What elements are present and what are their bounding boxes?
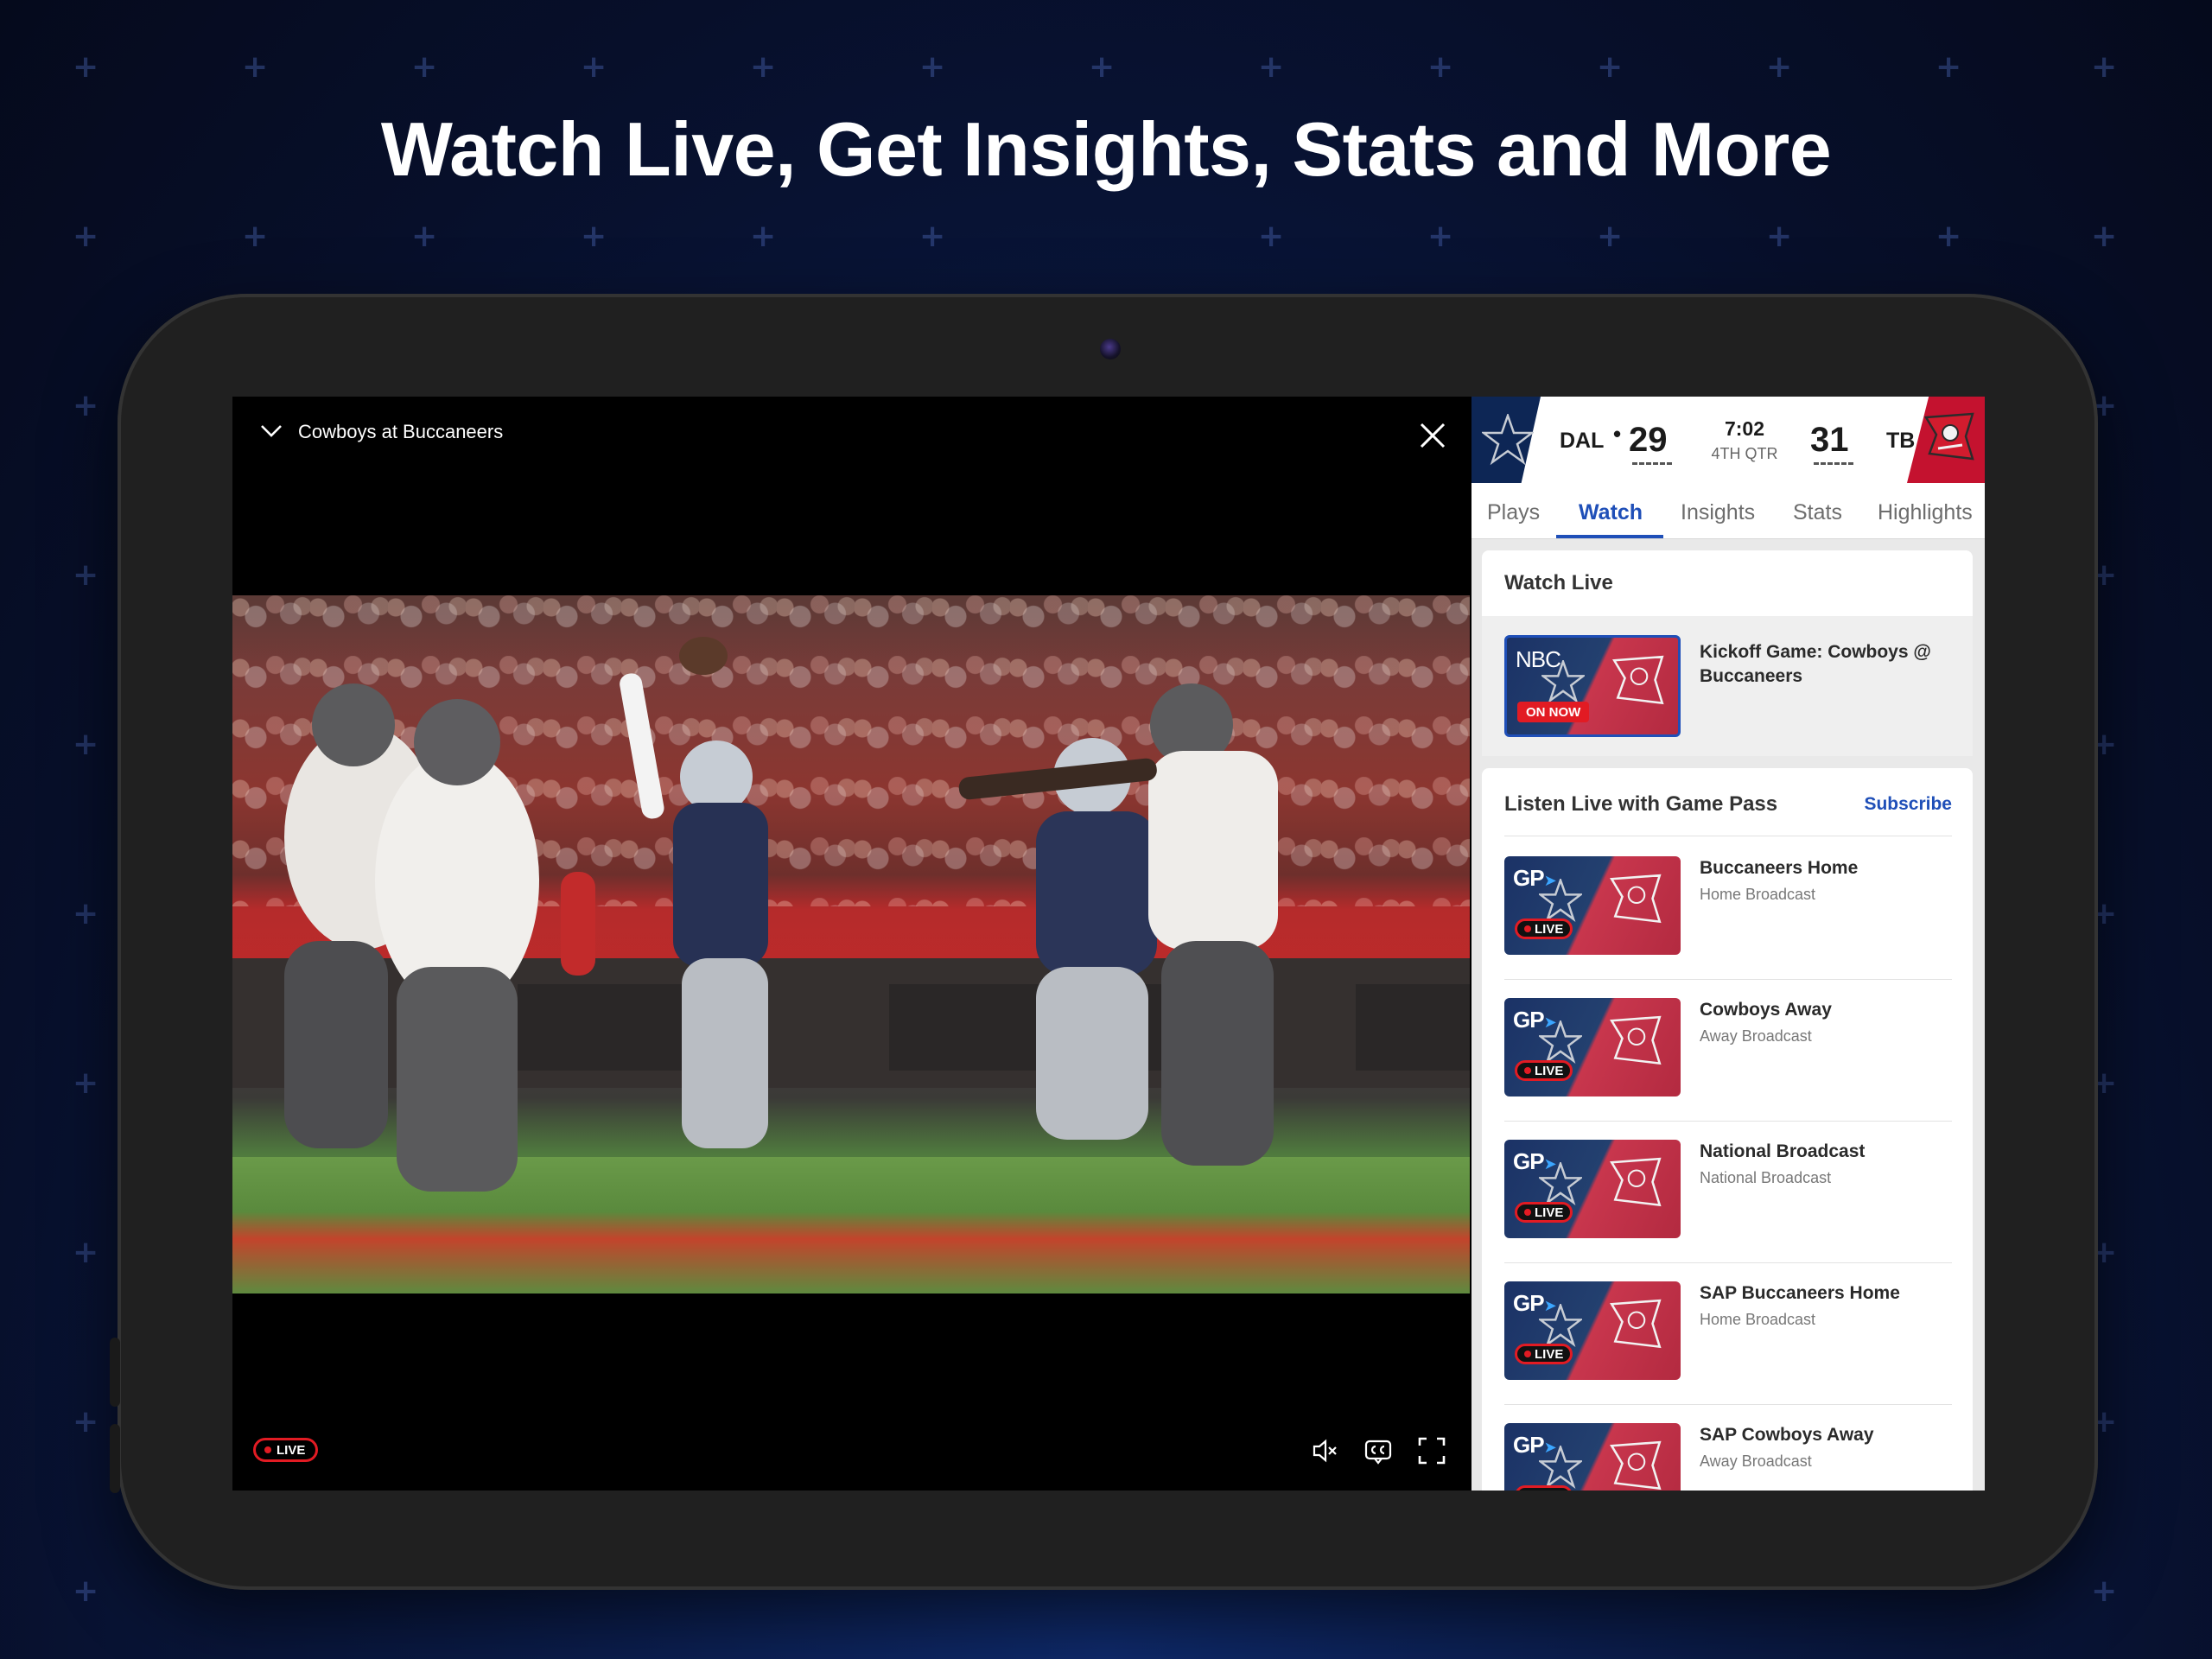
divider [1504, 1404, 1952, 1405]
mute-icon[interactable] [1309, 1435, 1340, 1466]
listen-live-title: Listen Live with Game Pass [1504, 792, 1778, 816]
watch-live-item[interactable]: NBC ON NOW Kickoff Game: Cowboys @ Bucca… [1482, 616, 1973, 756]
active-tab-indicator [1556, 535, 1663, 538]
broadcast-subtitle: Away Broadcast [1700, 1027, 1812, 1045]
buccaneers-flag-icon [1921, 410, 1980, 474]
broadcast-title: Buccaneers Home [1700, 858, 1859, 878]
live-dot-icon [264, 1446, 271, 1453]
tab-stats[interactable]: Stats [1793, 500, 1842, 525]
broadcast-title: SAP Buccaneers Home [1700, 1283, 1900, 1303]
watch-live-title: Watch Live [1504, 571, 1613, 594]
divider [1504, 1121, 1952, 1122]
broadcast-title: National Broadcast [1700, 1141, 1866, 1161]
broadcast-thumbnail[interactable]: GP➤ LIVE [1504, 856, 1681, 955]
game-clock: 7:02 [1724, 417, 1765, 440]
broadcast-subtitle: National Broadcast [1700, 1169, 1832, 1186]
buccaneers-flag-icon [1606, 1014, 1667, 1078]
broadcast-thumbnail[interactable]: GP➤ LIVE [1504, 1423, 1681, 1491]
home-score: 31 [1810, 421, 1849, 459]
broadcast-title: Cowboys Away [1700, 1000, 1832, 1020]
buccaneers-flag-icon [1609, 653, 1669, 718]
cowboys-star-icon [1480, 412, 1535, 470]
tablet-side-button [110, 1338, 120, 1407]
chevron-down-icon[interactable] [260, 421, 283, 443]
game-tabs: Plays Watch Insights Stats Highlights [1471, 483, 1985, 539]
broadcast-thumbnail[interactable]: GP➤ LIVE [1504, 1140, 1681, 1238]
video-frame [232, 595, 1470, 1294]
watch-live-thumbnail[interactable]: NBC ON NOW [1504, 635, 1681, 737]
possession-dot-icon: • [1613, 421, 1622, 447]
page-headline: Watch Live, Get Insights, Stats and More [380, 106, 1832, 192]
broadcast-subtitle: Home Broadcast [1700, 1311, 1816, 1328]
scoreboard: DAL • 29 7:02 4TH QTR 31 TB [1471, 397, 1985, 483]
buccaneers-flag-icon [1606, 1297, 1667, 1362]
away-team-abbr: DAL [1560, 429, 1605, 453]
close-icon[interactable] [1418, 421, 1447, 450]
home-timeouts [1814, 462, 1853, 467]
game-quarter: 4TH QTR [1711, 445, 1778, 462]
on-now-badge: ON NOW [1517, 702, 1590, 722]
watch-live-card: Watch Live NBC ON NOW Kickoff Game: Cowb… [1482, 550, 1973, 756]
app-screen: Cowboys at Buccaneers LIVE DAL • 29 7:02… [232, 397, 1985, 1491]
players-illustration [284, 637, 1278, 1192]
home-team-abbr: TB [1886, 429, 1916, 453]
tablet-side-button [110, 1424, 120, 1493]
cowboys-star-icon [1539, 658, 1587, 708]
live-indicator: LIVE [253, 1438, 319, 1462]
tab-plays[interactable]: Plays [1487, 500, 1540, 525]
video-player[interactable]: Cowboys at Buccaneers LIVE [232, 397, 1470, 1491]
divider [1504, 1262, 1952, 1263]
live-badge: LIVE [1515, 1485, 1573, 1491]
camera-icon [1100, 339, 1121, 359]
buccaneers-flag-icon [1606, 1439, 1667, 1491]
broadcast-subtitle: Away Broadcast [1700, 1452, 1812, 1470]
live-badge: LIVE [1515, 1060, 1573, 1081]
divider [1504, 979, 1952, 980]
broadcast-subtitle: Home Broadcast [1700, 886, 1816, 903]
fullscreen-icon[interactable] [1416, 1435, 1447, 1466]
closed-captions-icon[interactable] [1363, 1435, 1394, 1466]
live-badge: LIVE [1515, 1344, 1573, 1364]
watch-live-item-title: Kickoff Game: Cowboys @ Buccaneers [1700, 642, 1931, 686]
away-timeouts [1632, 462, 1672, 467]
live-badge: LIVE [1515, 1202, 1573, 1223]
broadcast-thumbnail[interactable]: GP➤ LIVE [1504, 1281, 1681, 1380]
tab-insights[interactable]: Insights [1681, 500, 1755, 525]
buccaneers-flag-icon [1606, 1155, 1667, 1220]
broadcast-title: SAP Cowboys Away [1700, 1425, 1874, 1445]
away-score: 29 [1629, 421, 1668, 459]
video-title: Cowboys at Buccaneers [298, 421, 504, 442]
listen-live-card: Listen Live with Game Pass Subscribe GP➤… [1482, 768, 1973, 1491]
game-panel: DAL • 29 7:02 4TH QTR 31 TB Plays Watch … [1471, 397, 1985, 1491]
video-header[interactable]: Cowboys at Buccaneers [260, 421, 503, 443]
subscribe-link[interactable]: Subscribe [1864, 794, 1952, 815]
live-badge: LIVE [1515, 918, 1573, 939]
live-label: LIVE [276, 1442, 306, 1458]
tab-watch[interactable]: Watch [1579, 500, 1643, 525]
cowboys-star-icon [1536, 1443, 1585, 1491]
broadcast-thumbnail[interactable]: GP➤ LIVE [1504, 998, 1681, 1096]
buccaneers-flag-icon [1606, 872, 1667, 937]
tab-highlights[interactable]: Highlights [1878, 500, 1973, 525]
